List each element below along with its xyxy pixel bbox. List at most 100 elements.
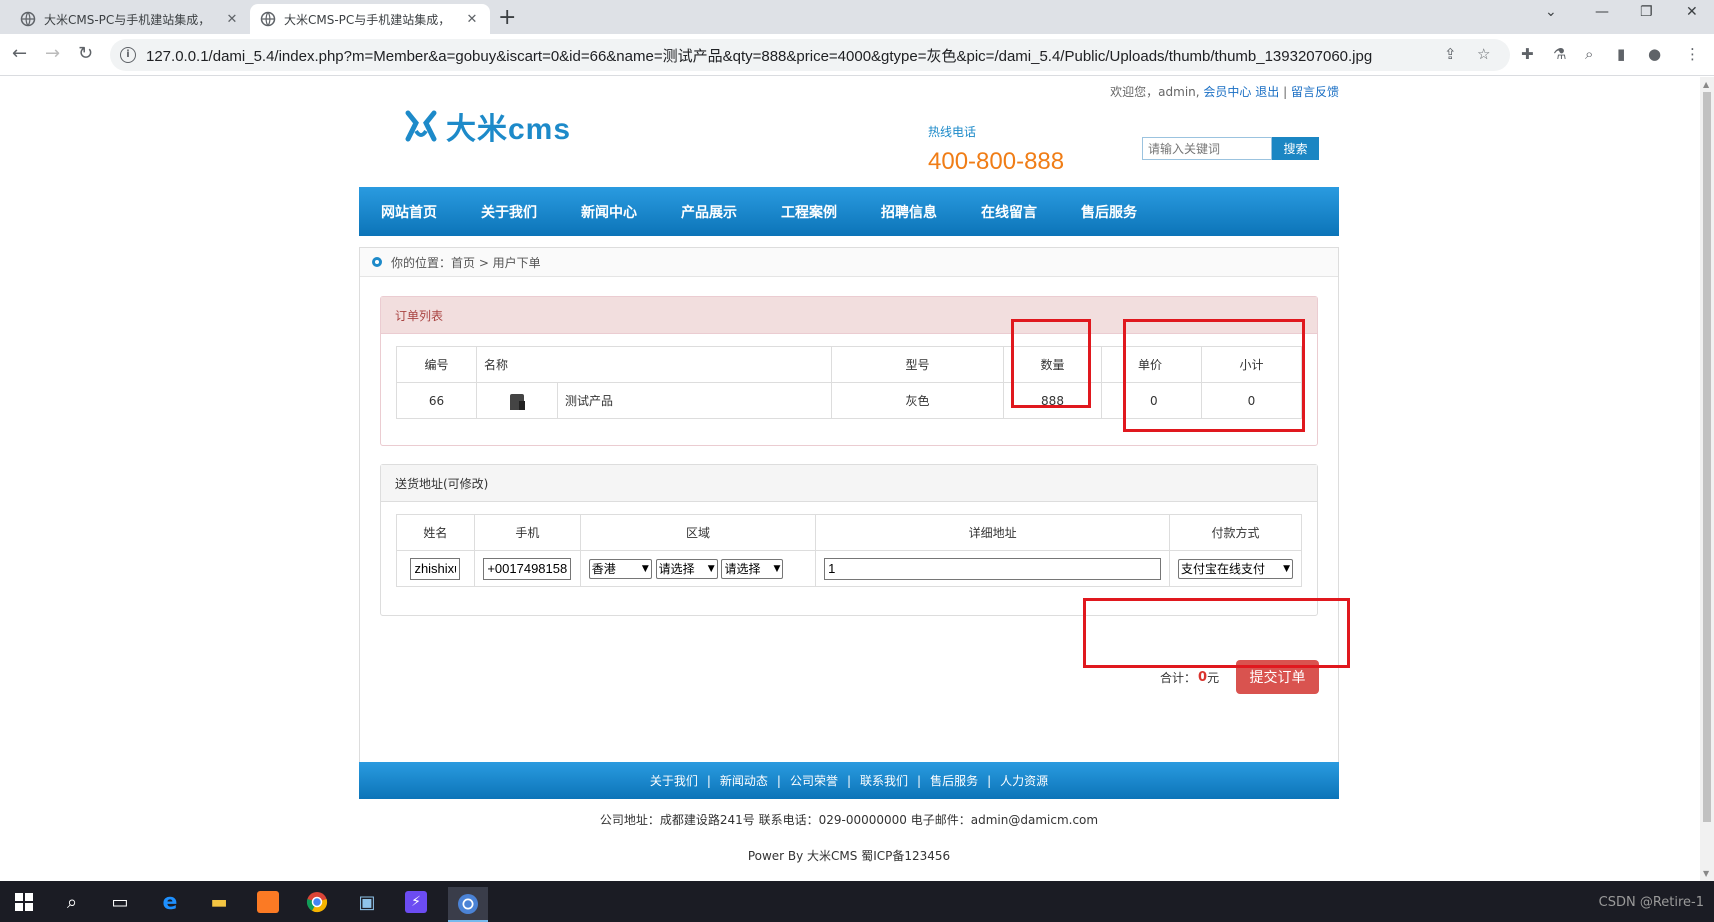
order-total: 合计： 0 元 <box>1160 669 1219 686</box>
col-recipient: 姓名 <box>396 514 475 551</box>
extensions-puzzle-icon[interactable]: ✚ <box>1521 45 1534 63</box>
search-icon[interactable]: ⌕ <box>57 887 87 917</box>
internet-explorer-icon[interactable]: e <box>155 887 185 917</box>
address-panel-title: 送货地址(可修改) <box>381 465 1317 502</box>
footer-company-info: 公司地址：成都建设路241号 联系电话：029-00000000 电子邮件：ad… <box>599 813 1099 827</box>
total-label: 合计： <box>1160 671 1197 685</box>
separator: | <box>917 773 922 788</box>
address-bar[interactable]: i 127.0.0.1/dami_5.4/index.php?m=Member&… <box>110 39 1510 71</box>
nav-item-service[interactable]: 售后服务 <box>1081 202 1137 222</box>
main-navigation: 网站首页 关于我们 新闻中心 产品展示 工程案例 招聘信息 在线留言 售后服务 <box>359 187 1339 236</box>
nav-item-home[interactable]: 网站首页 <box>381 202 437 222</box>
table-row: 香港 ▼ 请选择 ▼ 请选择 ▼ 支付宝在线支付 ▼ <box>396 550 1302 587</box>
scrollbar-thumb[interactable] <box>1703 92 1711 822</box>
footer-link-honors[interactable]: 公司荣誉 <box>790 772 838 789</box>
address-table: 姓名 手机 区域 详细地址 付款方式 香港 ▼ 请选择 ▼ 请选择 ▼ 支付宝在线支付… <box>396 514 1302 587</box>
separator: | <box>776 773 781 788</box>
page-scrollbar[interactable]: ▲ ▼ <box>1700 77 1714 881</box>
separator: | <box>1283 85 1288 99</box>
recipient-name-input[interactable] <box>410 557 461 580</box>
region-district-select[interactable]: 请选择 ▼ <box>721 558 784 579</box>
app-bolt-icon[interactable]: ⚡ <box>401 887 431 917</box>
phone-input[interactable] <box>483 557 572 580</box>
payment-method-select[interactable]: 支付宝在线支付 ▼ <box>1178 558 1294 579</box>
scroll-up-icon[interactable]: ▲ <box>1703 80 1709 89</box>
share-icon[interactable]: ⇪ <box>1444 45 1457 63</box>
search-form: 搜索 <box>1142 137 1319 160</box>
profile-avatar-icon[interactable]: ● <box>1648 45 1661 63</box>
feedback-link[interactable]: 留言反馈 <box>1291 85 1339 99</box>
back-arrow-icon[interactable]: ← <box>12 43 27 65</box>
member-center-link[interactable]: 会员中心 <box>1203 85 1251 99</box>
tab-title: 大米CMS-PC与手机建站集成， <box>44 12 211 27</box>
footer-link-hr[interactable]: 人力资源 <box>1000 772 1048 789</box>
nav-item-products[interactable]: 产品展示 <box>681 202 737 222</box>
close-icon[interactable]: ✕ <box>464 12 480 27</box>
select-value: 支付宝在线支付 <box>1181 562 1266 576</box>
side-panel-icon[interactable]: ▮ <box>1617 45 1625 63</box>
detail-address-input[interactable] <box>824 557 1162 580</box>
search-input[interactable] <box>1142 137 1272 160</box>
minimize-button[interactable]: — <box>1595 4 1609 20</box>
url-text[interactable]: 127.0.0.1/dami_5.4/index.php?m=Member&a=… <box>146 45 1372 66</box>
col-model: 型号 <box>831 346 1004 383</box>
product-thumbnail[interactable] <box>476 382 558 419</box>
footer-link-news[interactable]: 新闻动态 <box>720 772 768 789</box>
task-view-icon[interactable]: ▭ <box>105 887 135 917</box>
col-region: 区域 <box>579 514 817 551</box>
flask-icon[interactable]: ⚗ <box>1553 45 1566 63</box>
chevron-down-icon: ▼ <box>1283 563 1291 574</box>
file-explorer-icon[interactable]: ▬ <box>204 887 234 917</box>
nav-item-about[interactable]: 关于我们 <box>481 202 537 222</box>
product-image-icon <box>510 394 525 410</box>
footer-link-contact[interactable]: 联系我们 <box>860 772 908 789</box>
hotline-label: 热线电话 <box>928 125 977 139</box>
search-icon[interactable]: ⌕ <box>1585 45 1593 63</box>
browser-tab-active[interactable]: 大米CMS-PC与手机建站集成， ✕ <box>250 4 490 34</box>
col-name: 名称 <box>476 346 832 383</box>
region-city-select[interactable]: 请选择 ▼ <box>655 558 718 579</box>
hotline-number: 400-800-888 <box>928 148 1065 175</box>
footer-link-about[interactable]: 关于我们 <box>650 772 698 789</box>
col-payment: 付款方式 <box>1169 514 1302 551</box>
remote-desktop-icon[interactable]: ▣ <box>352 887 382 917</box>
site-logo[interactable]: 大米cms <box>404 104 571 148</box>
chrome-icon[interactable] <box>302 887 332 917</box>
annotation-box-qty <box>1011 319 1091 408</box>
footer-link-service[interactable]: 售后服务 <box>930 772 978 789</box>
logo-mark-icon <box>405 110 437 142</box>
footer-navigation: 关于我们 | 新闻动态 | 公司荣誉 | 联系我们 | 售后服务 | 人力资源 <box>359 762 1339 799</box>
new-tab-button[interactable]: + <box>498 6 516 30</box>
nav-item-message[interactable]: 在线留言 <box>981 202 1037 222</box>
nav-item-news[interactable]: 新闻中心 <box>581 202 637 222</box>
more-menu-icon[interactable]: ⋮ <box>1685 45 1700 63</box>
select-value: 香港 <box>591 562 616 576</box>
annotation-box-total <box>1083 598 1350 668</box>
info-icon[interactable]: i <box>120 47 136 63</box>
col-detail: 详细地址 <box>815 514 1171 551</box>
search-button[interactable]: 搜索 <box>1272 137 1319 160</box>
chevron-down-icon: ▼ <box>707 563 715 574</box>
close-window-button[interactable]: ✕ <box>1686 4 1698 20</box>
reload-icon[interactable]: ↻ <box>78 43 93 65</box>
xampp-icon[interactable] <box>253 887 283 917</box>
chevron-down-icon: ▼ <box>641 563 649 574</box>
restore-button[interactable]: ❐ <box>1640 4 1653 20</box>
windows-start-icon[interactable] <box>9 887 39 917</box>
address-panel: 送货地址(可修改) 姓名 手机 区域 详细地址 付款方式 香港 ▼ 请选择 ▼ 请选… <box>380 464 1318 616</box>
chrome-active-icon[interactable] <box>448 887 488 922</box>
forward-arrow-icon[interactable]: → <box>45 43 60 65</box>
region-province-select[interactable]: 香港 ▼ <box>588 558 652 579</box>
watermark-text: CSDN @Retire-1 <box>1598 895 1704 910</box>
nav-item-jobs[interactable]: 招聘信息 <box>881 202 937 222</box>
currency-label: 元 <box>1207 671 1220 685</box>
browser-tab[interactable]: 大米CMS-PC与手机建站集成， ✕ <box>10 4 250 34</box>
nav-item-cases[interactable]: 工程案例 <box>781 202 837 222</box>
cell-name: 测试产品 <box>557 382 832 419</box>
scroll-down-icon[interactable]: ▼ <box>1703 869 1709 878</box>
select-value: 请选择 <box>724 562 761 576</box>
close-icon[interactable]: ✕ <box>224 12 240 27</box>
bookmark-star-icon[interactable]: ☆ <box>1477 45 1490 63</box>
chevron-down-icon[interactable]: ⌄ <box>1545 4 1557 20</box>
logout-link[interactable]: 退出 <box>1255 85 1279 99</box>
